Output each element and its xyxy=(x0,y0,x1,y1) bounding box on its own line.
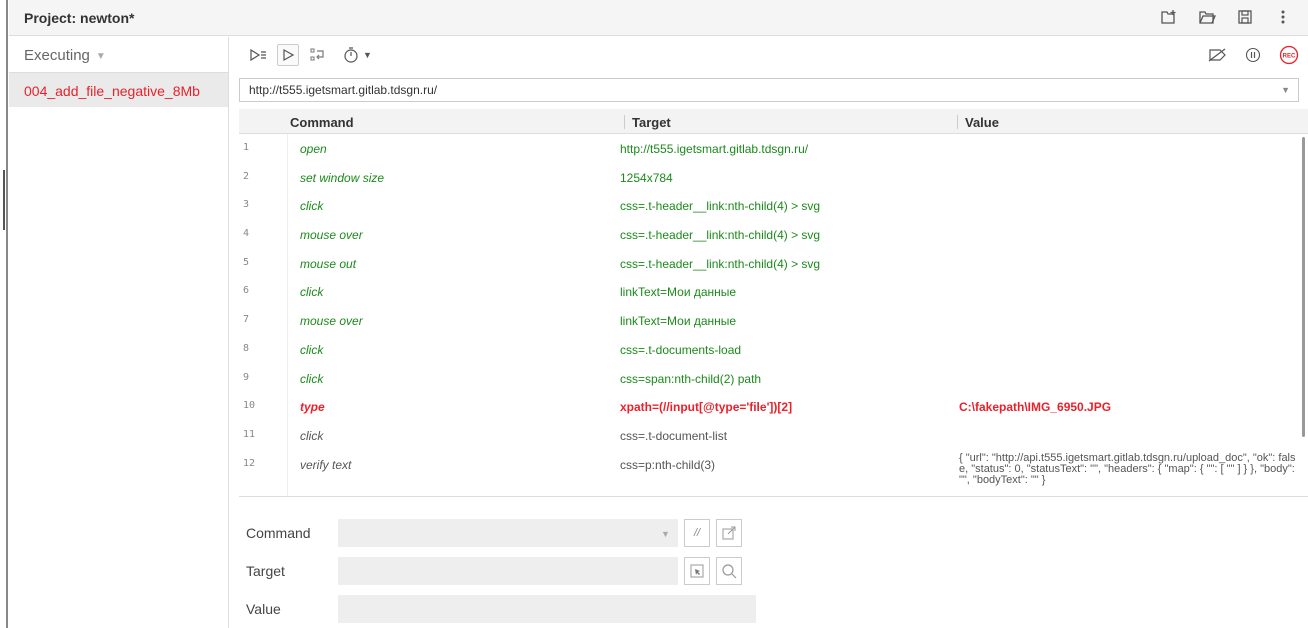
row-command: click xyxy=(300,285,324,300)
test-view-selector[interactable]: Executing ▼ xyxy=(9,37,228,73)
test-speed-control[interactable]: ▼ xyxy=(343,46,372,64)
table-row[interactable]: 2 set window size 1254x784 xyxy=(239,163,1308,192)
table-row[interactable]: 12 verify text css=p:nth-child(3) { "url… xyxy=(239,450,1308,490)
target-input[interactable] xyxy=(338,557,678,585)
row-target: 1254x784 xyxy=(620,170,673,185)
more-options-icon[interactable] xyxy=(1272,6,1294,28)
base-url-combobox[interactable]: ▼ xyxy=(239,78,1299,102)
row-number: 4 xyxy=(243,228,250,240)
row-number: 10 xyxy=(243,400,256,412)
table-row[interactable]: 3 click css=.t-header__link:nth-child(4)… xyxy=(239,191,1308,220)
table-row[interactable]: 9 click css=span:nth-child(2) path xyxy=(239,364,1308,393)
run-all-tests-icon[interactable] xyxy=(247,44,269,66)
target-label: Target xyxy=(246,563,285,579)
row-target: css=.t-document-list xyxy=(620,428,728,443)
row-command: open xyxy=(300,142,327,156)
chevron-down-icon: ▼ xyxy=(95,51,106,62)
test-list-item[interactable]: 004_add_file_negative_8Mb xyxy=(9,73,228,107)
select-target-icon[interactable] xyxy=(684,557,710,585)
row-command: type xyxy=(300,400,325,415)
chevron-down-icon[interactable]: ▼ xyxy=(661,529,670,539)
value-input[interactable] xyxy=(338,595,756,623)
row-command: mouse out xyxy=(300,256,357,271)
row-number: 8 xyxy=(243,342,250,354)
row-target: css=.t-documents-load xyxy=(620,342,742,357)
pause-icon[interactable] xyxy=(1242,44,1264,66)
base-url-input[interactable] xyxy=(240,79,1260,101)
row-target: css=.t-header__link:nth-child(4) > svg xyxy=(620,228,821,243)
table-row[interactable]: 1 open http://t555.igetsmart.gitlab.tdsg… xyxy=(239,134,1308,163)
row-target: xpath=(//input[@type='file'])[2] xyxy=(620,400,793,415)
table-scrollbar[interactable] xyxy=(1302,137,1305,437)
row-command: click xyxy=(300,428,324,443)
comment-toggle-button[interactable]: // xyxy=(684,519,710,547)
run-toolbar: ▼ REC xyxy=(229,37,1308,73)
row-command: click xyxy=(300,199,324,214)
commands-table-body: 1 open http://t555.igetsmart.gitlab.tdsg… xyxy=(239,134,1308,496)
column-header-target: Target xyxy=(624,115,671,130)
row-command: mouse over xyxy=(300,314,363,329)
table-row[interactable]: 6 click linkText=Мои данные xyxy=(239,277,1308,306)
row-command: verify text xyxy=(300,457,352,472)
table-row[interactable]: 8 click css=.t-documents-load xyxy=(239,335,1308,364)
row-number: 1 xyxy=(243,142,250,153)
row-target: css=span:nth-child(2) path xyxy=(620,371,762,386)
row-target: css=.t-header__link:nth-child(4) > svg xyxy=(620,199,821,214)
row-number: 7 xyxy=(243,314,250,326)
row-number: 12 xyxy=(243,457,256,469)
table-row[interactable]: 7 mouse over linkText=Мои данные xyxy=(239,306,1308,335)
row-number: 5 xyxy=(243,256,250,268)
open-folder-icon[interactable] xyxy=(1196,6,1218,28)
run-current-test-icon[interactable] xyxy=(277,44,299,66)
project-title: Project: newton* xyxy=(24,10,135,26)
record-icon[interactable]: REC xyxy=(1278,44,1300,66)
row-target: css=p:nth-child(3) xyxy=(620,457,716,472)
selector-label: Executing xyxy=(24,47,90,64)
panel-divider[interactable] xyxy=(239,496,1308,497)
table-row[interactable]: 5 mouse out css=.t-header__link:nth-chil… xyxy=(239,249,1308,278)
table-row[interactable]: 11 click css=.t-document-list xyxy=(239,421,1308,450)
row-target: css=.t-header__link:nth-child(4) > svg xyxy=(620,256,821,271)
row-value: { "url": "http://api.t555.igetsmart.gitl… xyxy=(959,451,1296,486)
record-label: REC xyxy=(1283,54,1296,60)
row-number: 11 xyxy=(243,428,256,440)
row-number: 9 xyxy=(243,371,250,383)
main-panel: ▼ REC ▼ Command Target Value 1 open http… xyxy=(229,37,1308,628)
row-number: 6 xyxy=(243,285,250,297)
command-input[interactable] xyxy=(338,519,678,547)
new-suite-icon[interactable] xyxy=(1158,6,1180,28)
row-command: click xyxy=(300,371,324,386)
find-target-icon[interactable] xyxy=(716,557,742,585)
table-row[interactable]: 4 mouse over css=.t-header__link:nth-chi… xyxy=(239,220,1308,249)
row-target: linkText=Мои данные xyxy=(620,314,737,329)
chevron-down-icon[interactable]: ▼ xyxy=(1281,85,1290,95)
row-command: click xyxy=(300,342,324,357)
row-target: http://t555.igetsmart.gitlab.tdsgn.ru/ xyxy=(620,142,809,156)
row-command: mouse over xyxy=(300,228,363,243)
table-row[interactable]: 10 type xpath=(//input[@type='file'])[2]… xyxy=(239,392,1308,421)
column-header-value: Value xyxy=(957,115,999,130)
column-header-command: Command xyxy=(290,115,354,130)
row-number: 3 xyxy=(243,199,250,211)
project-header: Project: newton* xyxy=(9,0,1308,36)
commands-table-header: Command Target Value xyxy=(239,109,1308,134)
disable-breakpoints-icon[interactable] xyxy=(1206,44,1228,66)
row-number: 2 xyxy=(243,170,250,182)
save-icon[interactable] xyxy=(1234,6,1256,28)
command-label: Command xyxy=(246,525,311,541)
sidebar: Executing ▼ 004_add_file_negative_8Mb xyxy=(9,37,229,628)
row-command: set window size xyxy=(300,170,385,185)
value-label: Value xyxy=(246,601,281,617)
chevron-down-icon: ▼ xyxy=(363,50,372,60)
open-reference-icon[interactable] xyxy=(716,519,742,547)
row-target: linkText=Мои данные xyxy=(620,285,737,300)
step-over-icon[interactable] xyxy=(307,44,329,66)
row-value: C:\fakepath\IMG_6950.JPG xyxy=(959,400,1112,415)
left-window-edge xyxy=(0,0,8,628)
